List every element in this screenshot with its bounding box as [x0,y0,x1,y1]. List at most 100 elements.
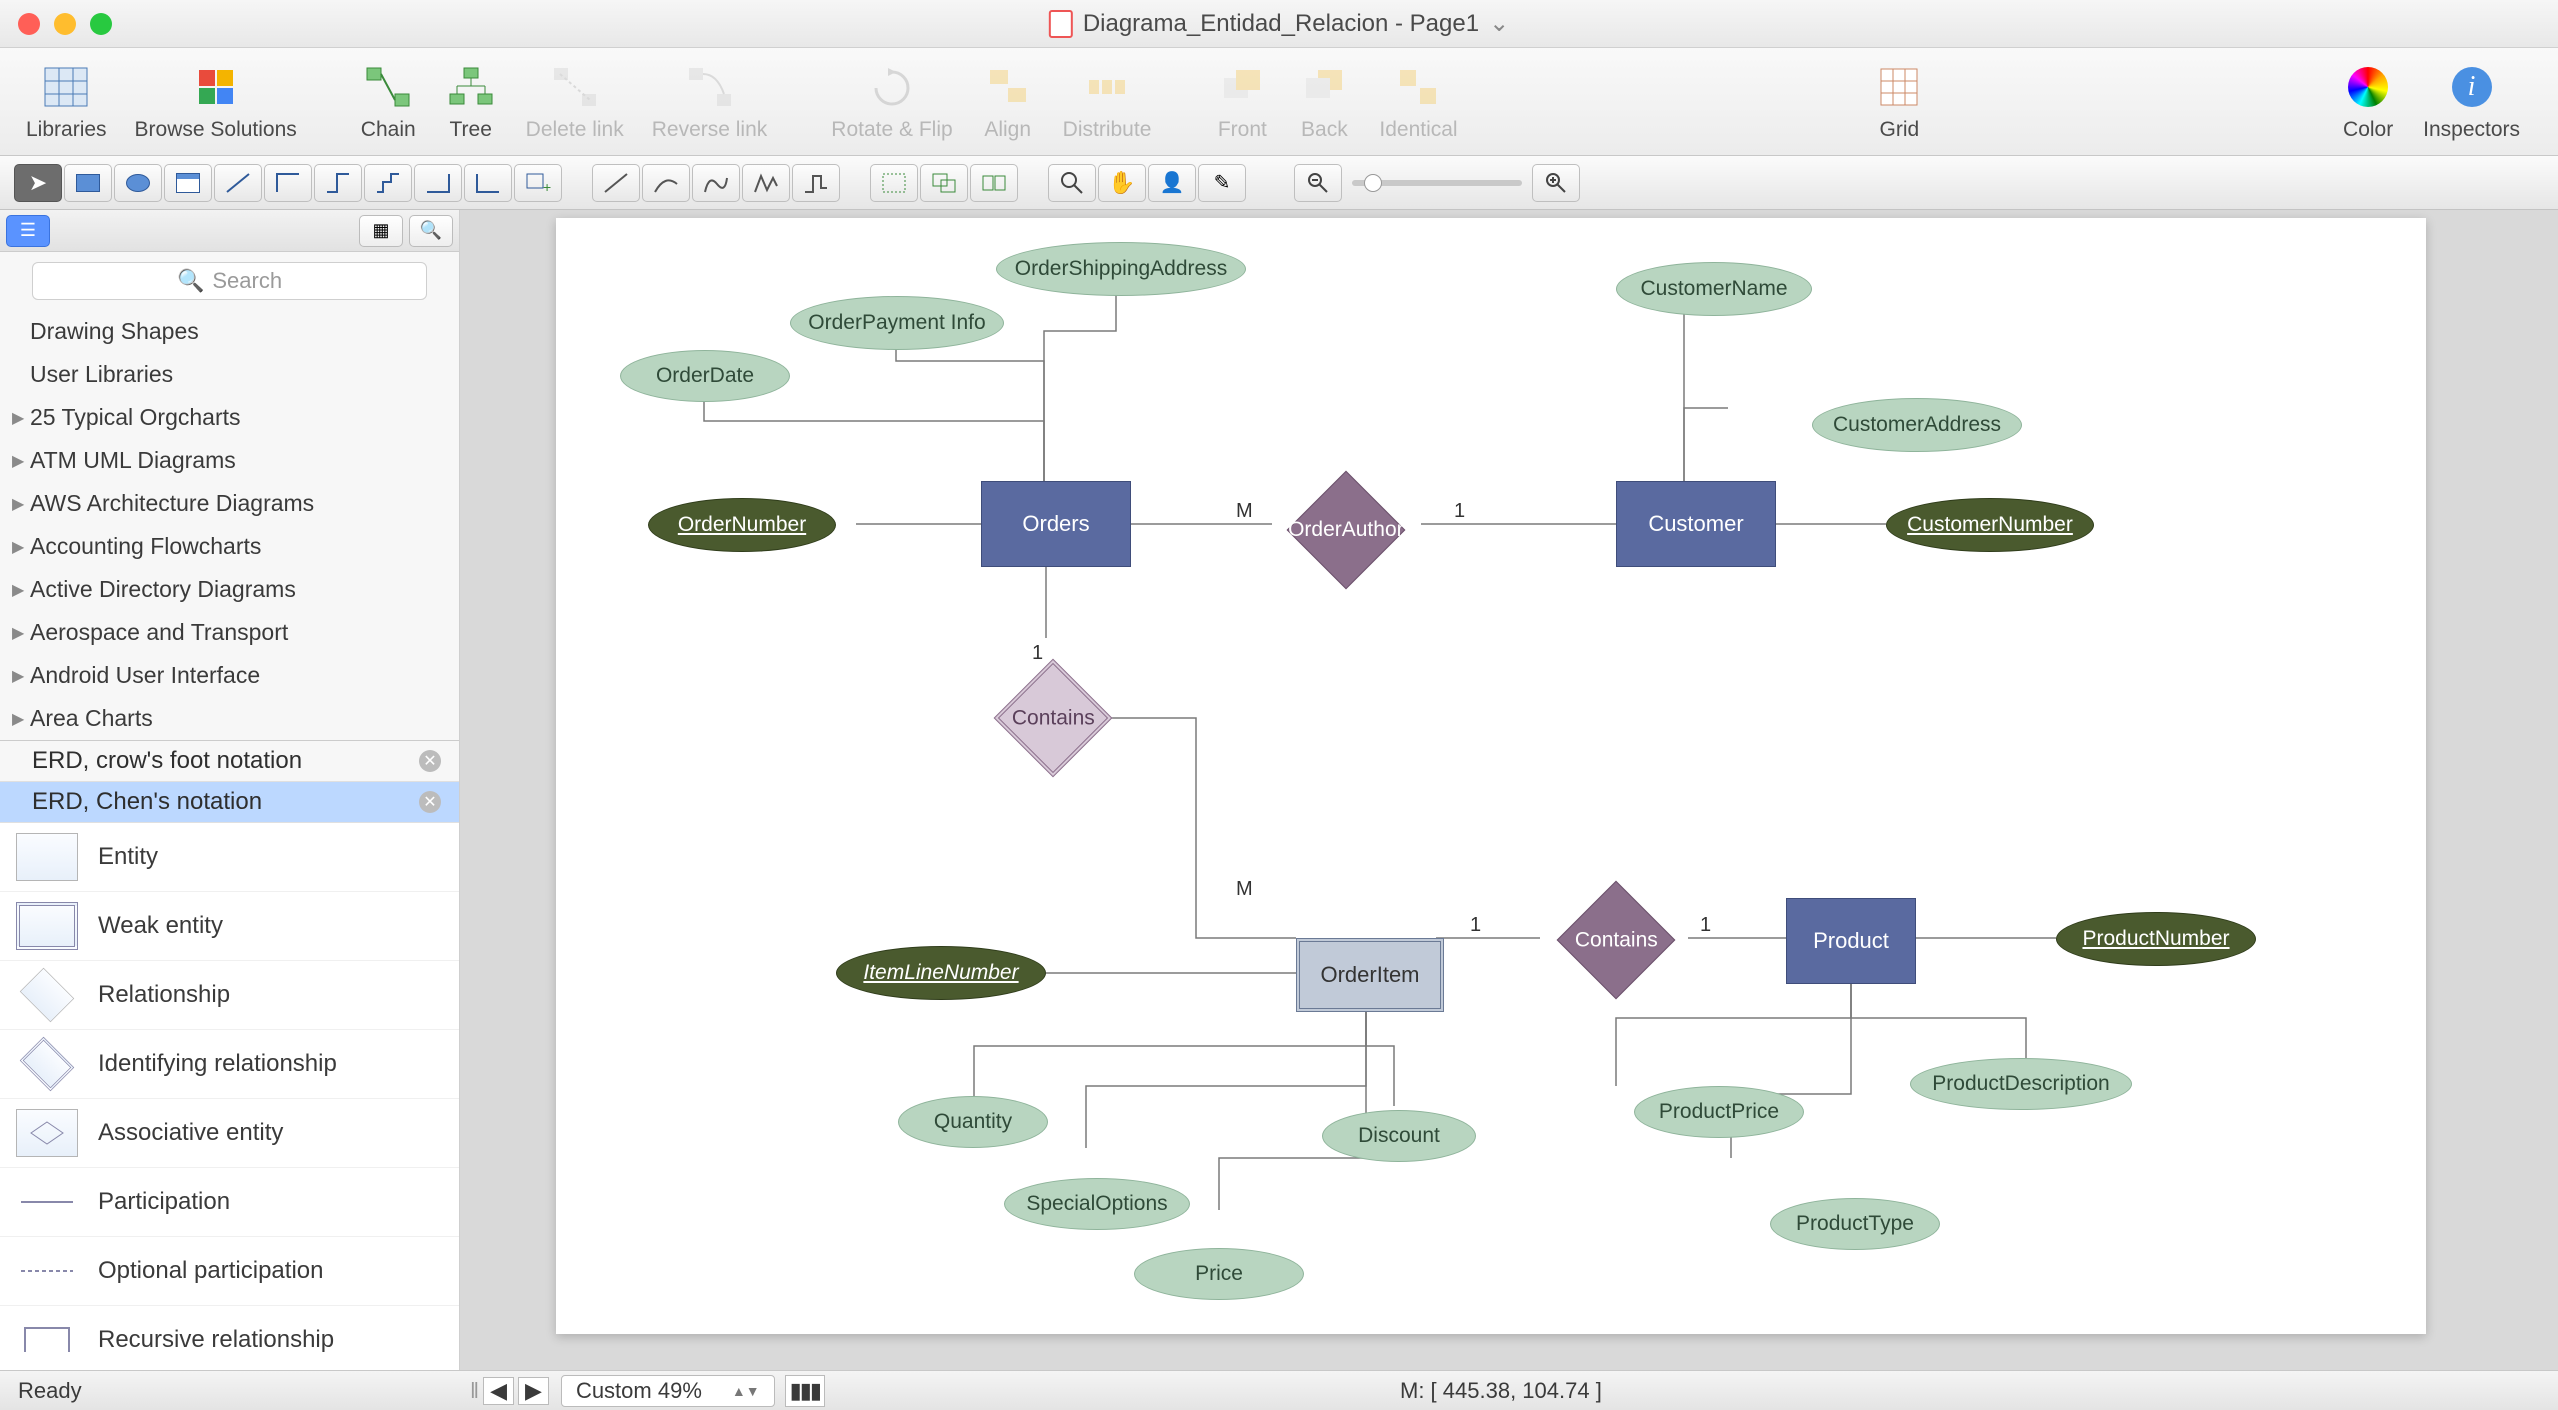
attr-discount[interactable]: Discount [1322,1110,1476,1162]
attr-product-desc[interactable]: ProductDescription [1910,1058,2132,1110]
add-shape-tool[interactable]: + [514,164,562,202]
key-product-number[interactable]: ProductNumber [2056,912,2256,966]
close-window-button[interactable] [18,13,40,35]
stencil-entity[interactable]: Entity [0,823,459,892]
connector-4[interactable] [364,164,412,202]
canvas[interactable]: Orders Customer Product OrderItem OrderA… [460,210,2558,1370]
line-4[interactable] [742,164,790,202]
category-active-directory[interactable]: ▶Active Directory Diagrams [0,568,459,611]
card-m: M [1236,878,1253,901]
category-aws[interactable]: ▶AWS Architecture Diagrams [0,482,459,525]
attr-customer-address[interactable]: CustomerAddress [1812,398,2022,452]
attr-product-price[interactable]: ProductPrice [1634,1086,1804,1138]
card-1: 1 [1032,642,1043,665]
scroll-handle[interactable]: ‖ [470,1378,479,1404]
zoom-select[interactable]: Custom 49%▲▼ [561,1375,775,1407]
chain-button[interactable]: Chain [353,58,424,146]
connector-1[interactable] [214,164,262,202]
page-tabs[interactable]: ▮▮▮ [785,1375,825,1407]
ellipse-tool[interactable] [114,164,162,202]
line-1[interactable] [592,164,640,202]
entity-product[interactable]: Product [1786,898,1916,984]
tab-chen[interactable]: ERD, Chen's notation✕ [0,782,459,823]
rect-tool[interactable] [64,164,112,202]
title-dropdown-icon[interactable]: ⌄ [1489,9,1509,38]
browse-solutions-button[interactable]: Browse Solutions [127,58,305,146]
connector-5[interactable] [414,164,462,202]
category-atm-uml[interactable]: ▶ATM UML Diagrams [0,439,459,482]
zoom-out-button[interactable] [1294,164,1342,202]
stencil-optional-participation[interactable]: Optional participation [0,1237,459,1306]
stencil-associative[interactable]: Associative entity [0,1099,459,1168]
grid-button[interactable]: Grid [1864,58,1934,146]
attr-order-shipping[interactable]: OrderShippingAddress [996,242,1246,296]
stencil-identifying-rel[interactable]: Identifying relationship [0,1030,459,1099]
search-input[interactable]: 🔍 Search [32,262,427,300]
attr-quantity[interactable]: Quantity [898,1096,1048,1148]
stencil-relationship[interactable]: Relationship [0,961,459,1030]
card-m: M [1236,500,1253,523]
group-tool-3[interactable] [970,164,1018,202]
window-titlebar: Diagrama_Entidad_Relacion - Page1 ⌄ [0,0,2558,48]
entity-customer[interactable]: Customer [1616,481,1776,567]
inspectors-button[interactable]: iInspectors [2415,58,2528,146]
attr-product-type[interactable]: ProductType [1770,1198,1940,1250]
line-2[interactable] [642,164,690,202]
line-3[interactable] [692,164,740,202]
connector-2[interactable] [264,164,312,202]
table-tool[interactable] [164,164,212,202]
libraries-button[interactable]: Libraries [18,58,115,146]
person-tool[interactable]: 👤 [1148,164,1196,202]
stencil-weak-entity[interactable]: Weak entity [0,892,459,961]
category-area-charts[interactable]: ▶Area Charts [0,697,459,740]
category-orgcharts[interactable]: ▶25 Typical Orgcharts [0,396,459,439]
key-order-number[interactable]: OrderNumber [648,498,836,552]
delete-link-button: Delete link [518,58,632,146]
page-next[interactable]: ▶ [518,1377,549,1405]
category-drawing-shapes[interactable]: Drawing Shapes [0,310,459,353]
line-5[interactable] [792,164,840,202]
minimize-window-button[interactable] [54,13,76,35]
rel-order-author[interactable]: OrderAuthor [1287,471,1406,590]
key-customer-number[interactable]: CustomerNumber [1886,498,2094,552]
zoom-tool[interactable] [1048,164,1096,202]
pointer-tool[interactable]: ➤ [14,164,62,202]
align-button: Align [973,58,1043,146]
tab-crows-foot[interactable]: ERD, crow's foot notation✕ [0,741,459,782]
attr-order-payment[interactable]: OrderPayment Info [790,296,1004,350]
mouse-position: M: [ 445.38, 104.74 ] [1400,1378,1602,1404]
group-tool-1[interactable] [870,164,918,202]
pencil-tool[interactable]: ✎ [1198,164,1246,202]
sidebar-search-toggle[interactable]: 🔍 [409,215,453,247]
stencil-recursive[interactable]: Recursive relationship [0,1306,459,1370]
zoom-in-button[interactable] [1532,164,1580,202]
attr-order-date[interactable]: OrderDate [620,350,790,402]
category-accounting[interactable]: ▶Accounting Flowcharts [0,525,459,568]
page-prev[interactable]: ◀ [483,1377,514,1405]
key-item-line-number[interactable]: ItemLineNumber [836,946,1046,1000]
category-user-libraries[interactable]: User Libraries [0,353,459,396]
hand-tool[interactable]: ✋ [1098,164,1146,202]
attr-special-options[interactable]: SpecialOptions [1004,1178,1190,1230]
attr-price[interactable]: Price [1134,1248,1304,1300]
sidebar-grid-view[interactable]: ▦ [359,215,403,247]
stencil-participation[interactable]: Participation [0,1168,459,1237]
entity-orderitem[interactable]: OrderItem [1296,938,1444,1012]
connector-6[interactable] [464,164,512,202]
zoom-slider[interactable] [1352,180,1522,186]
maximize-window-button[interactable] [90,13,112,35]
entity-orders[interactable]: Orders [981,481,1131,567]
page[interactable]: Orders Customer Product OrderItem OrderA… [556,218,2426,1334]
category-aerospace[interactable]: ▶Aerospace and Transport [0,611,459,654]
sidebar-tree-view[interactable]: ☰ [6,215,50,247]
connector-3[interactable] [314,164,362,202]
close-icon[interactable]: ✕ [419,750,441,772]
close-icon[interactable]: ✕ [419,791,441,813]
rel-contains-right[interactable]: Contains [1557,881,1676,1000]
tree-button[interactable]: Tree [436,58,506,146]
rel-contains-top[interactable]: Contains [994,659,1113,778]
group-tool-2[interactable] [920,164,968,202]
attr-customer-name[interactable]: CustomerName [1616,262,1812,316]
category-android[interactable]: ▶Android User Interface [0,654,459,697]
color-button[interactable]: Color [2333,58,2403,146]
